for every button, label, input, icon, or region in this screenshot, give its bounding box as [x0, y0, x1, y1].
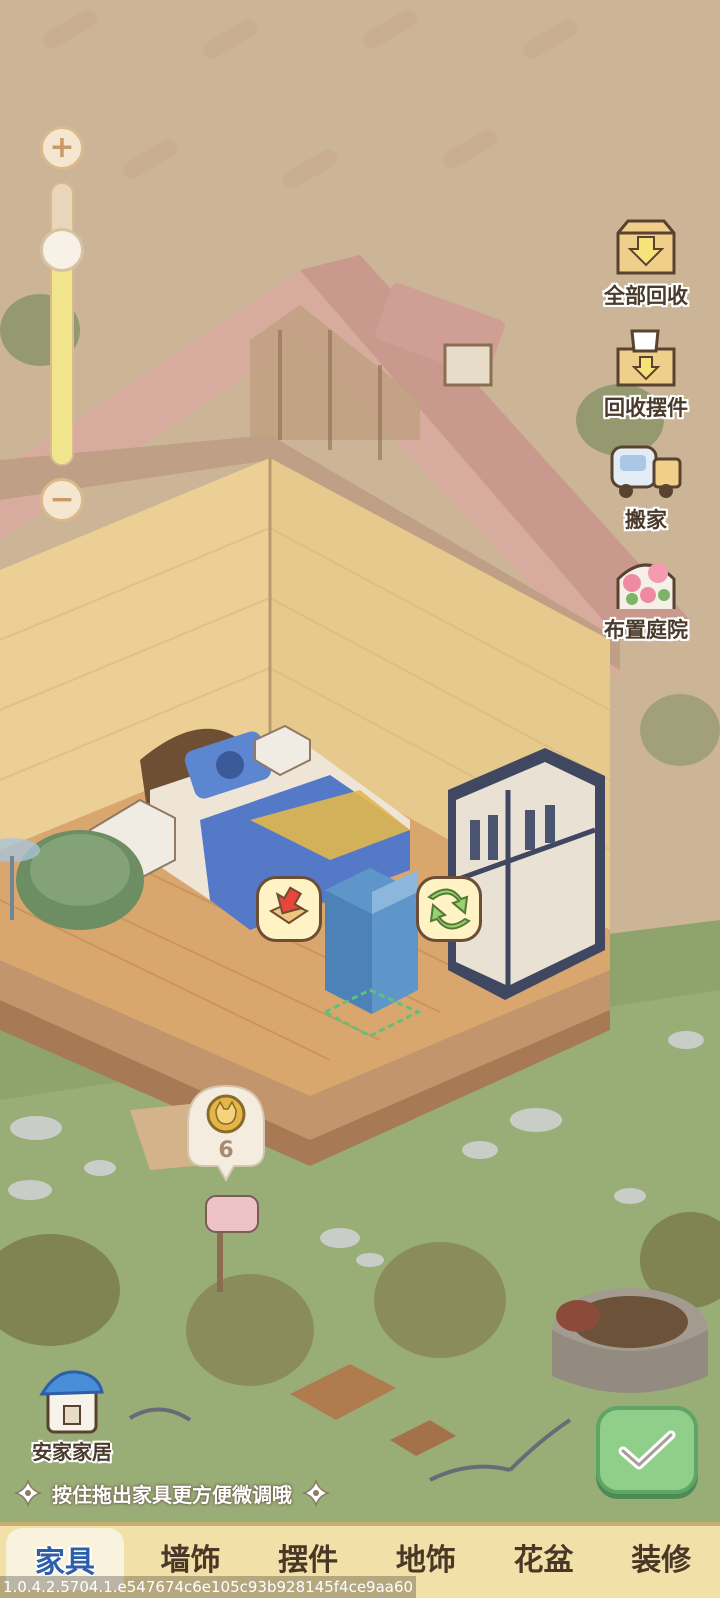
flower-icon [608, 548, 684, 614]
drag-hint: 按住拖出家具更方便微调哦 [14, 1478, 330, 1508]
sparkle-icon [14, 1479, 42, 1507]
rotate-icon [427, 888, 471, 930]
truck-icon [608, 438, 684, 504]
recycle-decor-label: 回收摆件 [604, 396, 688, 420]
tab-flower-pots[interactable]: 花盆 [485, 1526, 603, 1588]
plus-icon: + [49, 130, 75, 165]
zoom-slider-fill [52, 251, 72, 464]
coin-badge[interactable]: 6 [186, 1084, 266, 1182]
recycle-decor-button[interactable]: 回收摆件 [590, 326, 702, 422]
version-string: 1.0.4.2.5704.1.e547674c6e105c93b928145f4… [0, 1576, 417, 1598]
cat-coin-icon [187, 1084, 265, 1182]
zoom-in-button[interactable]: + [40, 126, 84, 170]
drag-hint-text: 按住拖出家具更方便微调哦 [52, 1482, 292, 1507]
sparkle-icon [302, 1479, 330, 1507]
rotate-furniture-button[interactable] [416, 876, 482, 942]
confirm-button[interactable] [596, 1406, 698, 1494]
zoom-slider-track[interactable] [50, 182, 74, 466]
arrange-yard-button[interactable]: 布置庭院 [590, 548, 702, 644]
arrange-yard-label: 布置庭院 [604, 618, 688, 642]
recycle-all-button[interactable]: 全部回收 [590, 214, 702, 310]
minus-icon: − [49, 482, 75, 517]
check-icon [618, 1430, 676, 1470]
recycle-all-label: 全部回收 [604, 284, 688, 308]
store-furniture-button[interactable] [256, 876, 322, 942]
tab-renovation[interactable]: 装修 [602, 1526, 720, 1588]
home-furniture-label: 安家家居 [32, 1440, 112, 1464]
home-furniture-button[interactable]: 安家家居 [20, 1366, 124, 1465]
store-icon [268, 886, 310, 925]
coin-count: 6 [218, 1138, 234, 1163]
box-recycle-icon [608, 214, 684, 280]
cup-recycle-icon [608, 326, 684, 392]
home-icon [39, 1370, 104, 1434]
zoom-slider-handle[interactable] [40, 228, 84, 273]
move-house-button[interactable]: 搬家 [590, 438, 702, 534]
move-house-label: 搬家 [625, 508, 667, 532]
zoom-out-button[interactable]: − [40, 478, 84, 522]
